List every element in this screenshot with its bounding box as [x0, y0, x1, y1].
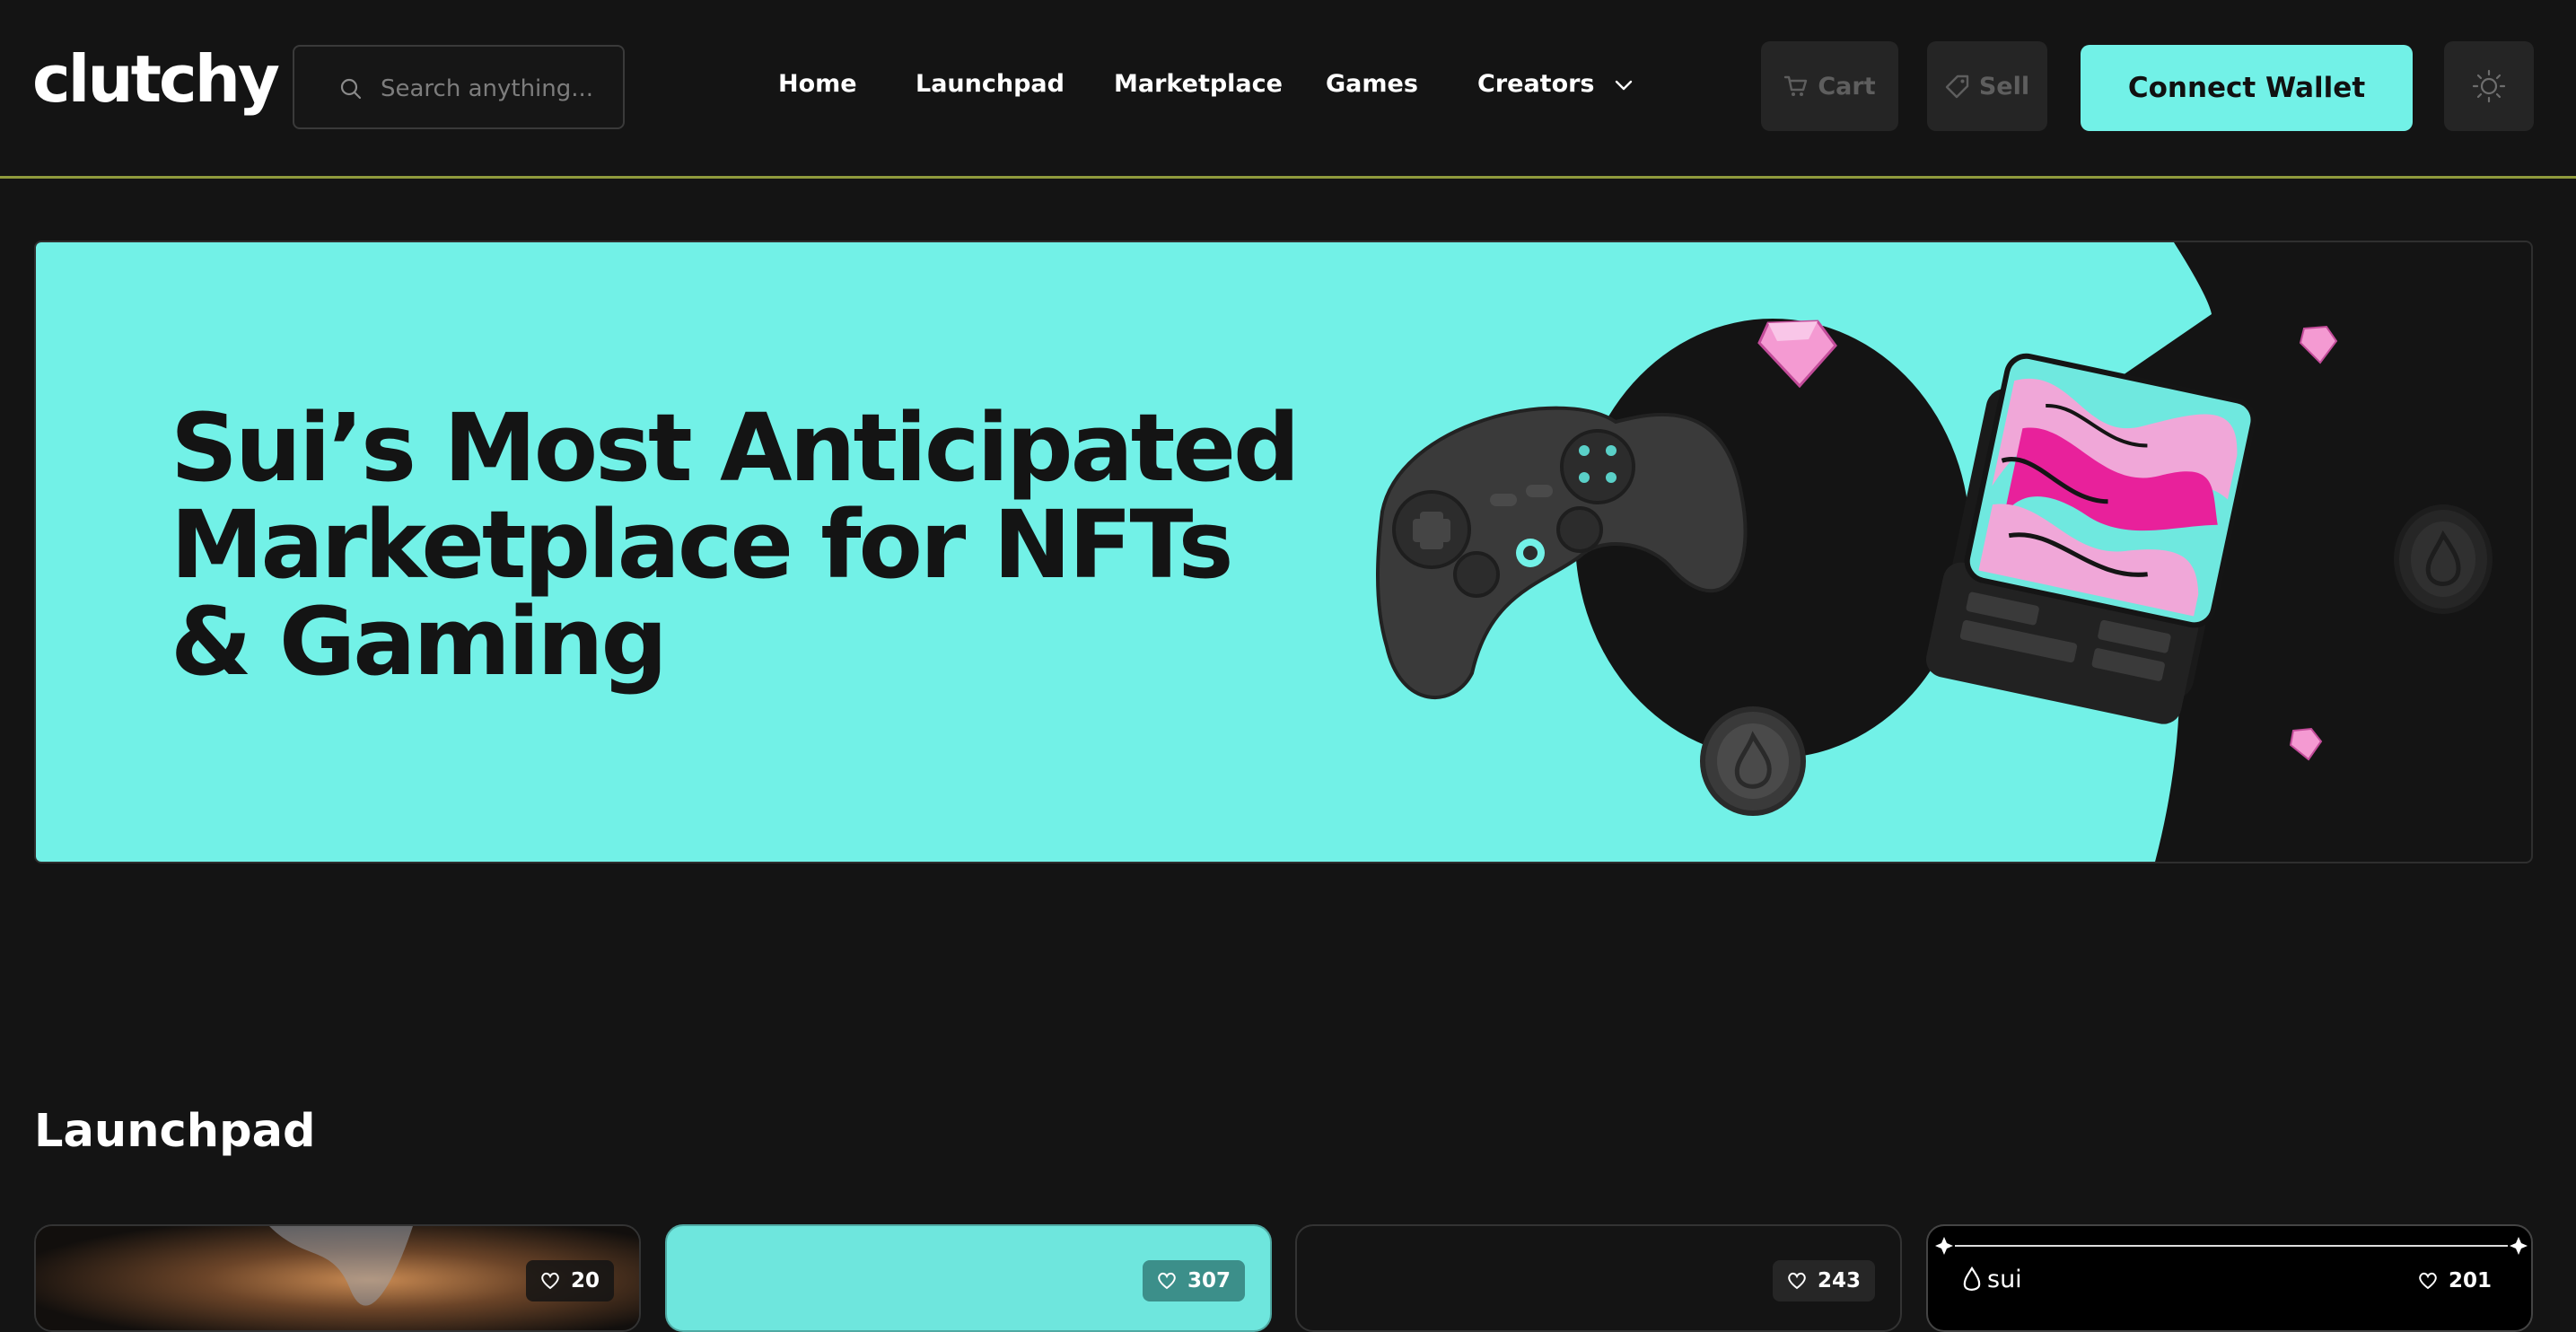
- likes-count: 243: [1817, 1269, 1861, 1293]
- chevron-down-icon: [1615, 80, 1633, 90]
- heart-icon: [1158, 1272, 1176, 1290]
- cart-icon: [1784, 75, 1808, 96]
- nav-creators[interactable]: Creators: [1477, 70, 1634, 98]
- likes-badge[interactable]: 307: [1142, 1260, 1245, 1301]
- sell-button[interactable]: Sell: [1927, 41, 2047, 131]
- tag-icon: [1945, 74, 1969, 99]
- heart-icon: [2419, 1272, 2437, 1290]
- nav-home[interactable]: Home: [778, 70, 857, 98]
- launchpad-card[interactable]: 243: [1295, 1224, 1902, 1332]
- sui-drop-icon: [1963, 1266, 1981, 1291]
- launchpad-card[interactable]: 20: [34, 1224, 641, 1332]
- clutchy-logo[interactable]: clutchy: [32, 43, 280, 115]
- top-navbar: clutchy Home Launchpad Marketplace Games…: [0, 0, 2576, 179]
- search-box[interactable]: [293, 45, 625, 129]
- theme-toggle-button[interactable]: [2444, 41, 2534, 131]
- heart-icon: [541, 1272, 559, 1290]
- likes-badge[interactable]: 20: [525, 1260, 614, 1301]
- gem-small-top: [2299, 325, 2338, 364]
- launchpad-card[interactable]: 307: [665, 1224, 1272, 1332]
- likes-count: 201: [2448, 1269, 2492, 1293]
- hero-artwork: [1376, 319, 2493, 816]
- sui-coin: [1700, 706, 1806, 816]
- search-input[interactable]: [379, 65, 607, 113]
- search-icon: [340, 78, 362, 100]
- sell-label: Sell: [1978, 72, 2030, 101]
- sui-label: sui: [1987, 1266, 2022, 1293]
- nav-marketplace[interactable]: Marketplace: [1114, 70, 1283, 98]
- sui-brand: sui: [1962, 1266, 2022, 1293]
- likes-badge[interactable]: 201: [2404, 1260, 2506, 1301]
- nav-launchpad[interactable]: Launchpad: [916, 70, 1065, 98]
- cart-label: Cart: [1818, 72, 1876, 101]
- nav-creators-label: Creators: [1477, 70, 1595, 98]
- connect-wallet-button[interactable]: Connect Wallet: [2081, 45, 2413, 131]
- sun-icon: [2472, 69, 2506, 103]
- nft-card: [1925, 353, 2256, 724]
- likes-badge[interactable]: 243: [1772, 1260, 1875, 1301]
- likes-count: 307: [1187, 1269, 1231, 1293]
- gem-small-bottom: [2289, 727, 2323, 761]
- sui-coin-right: [2394, 504, 2493, 614]
- hero-banner[interactable]: Sui’s Most Anticipated Marketplace for N…: [34, 241, 2533, 863]
- cart-button[interactable]: Cart: [1761, 41, 1898, 131]
- launchpad-card[interactable]: sui 201: [1926, 1224, 2533, 1332]
- nav-games[interactable]: Games: [1326, 70, 1418, 98]
- heart-icon: [1788, 1272, 1806, 1290]
- likes-count: 20: [570, 1269, 600, 1293]
- launchpad-heading: Launchpad: [34, 1105, 316, 1158]
